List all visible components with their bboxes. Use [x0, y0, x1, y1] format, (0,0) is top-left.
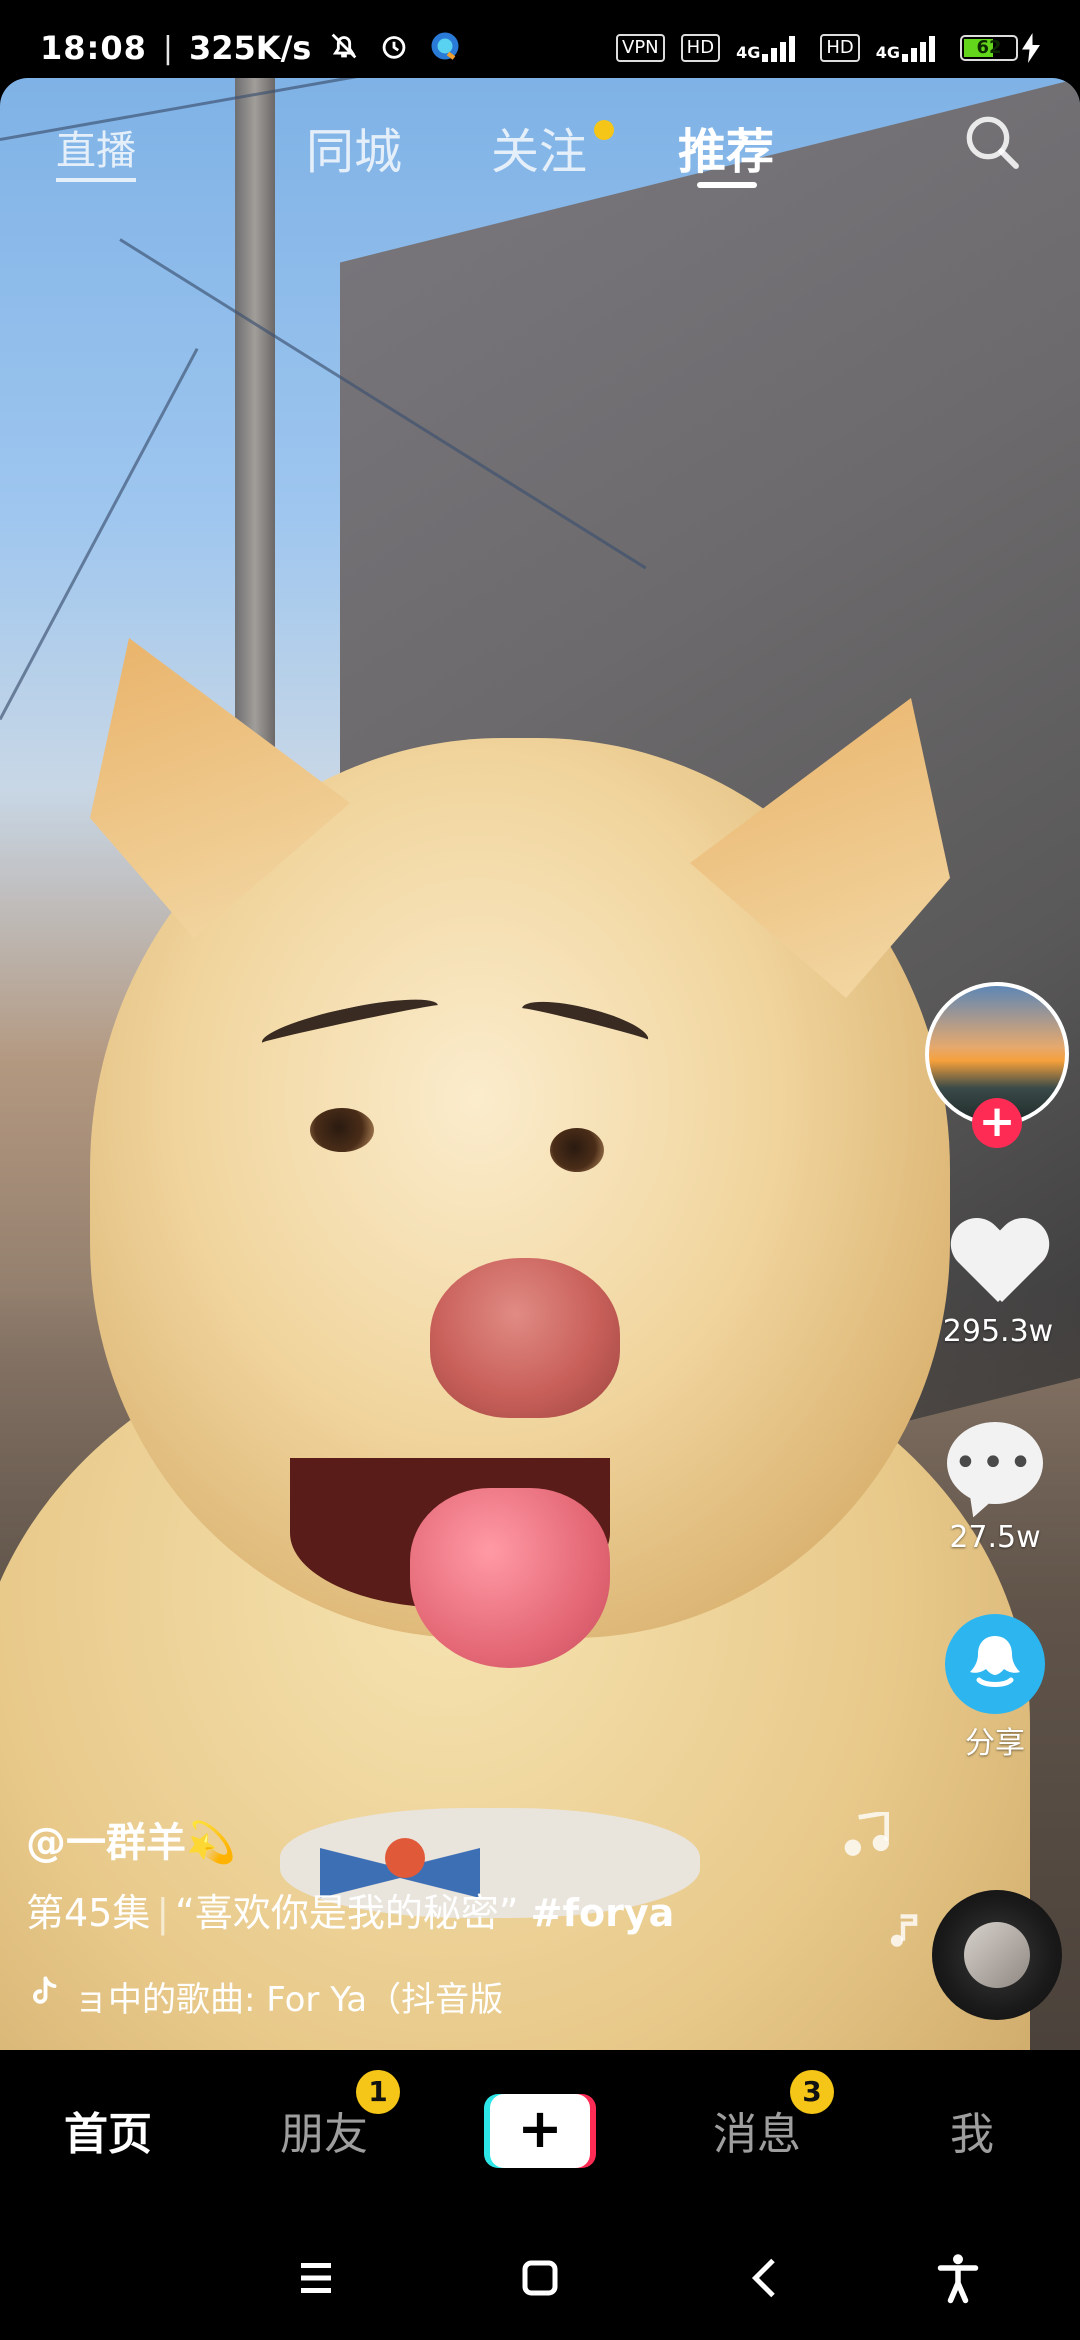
tab-friends[interactable]: 朋友: [280, 2098, 368, 2162]
home-icon[interactable]: [510, 2248, 570, 2308]
like-action[interactable]: 295.3w: [928, 1220, 1068, 1349]
douyin-logo-icon: [26, 1974, 62, 2019]
music-disc[interactable]: [932, 1890, 1062, 2020]
following-new-dot: [594, 120, 614, 140]
accessibility-icon[interactable]: [928, 2248, 988, 2308]
music-note-icon: [844, 1812, 889, 1856]
signal-icon: 4G: [876, 34, 944, 62]
network-type-label: 4G: [736, 43, 761, 62]
share-label: 分享: [965, 1726, 1025, 1761]
network-type-label: 4G: [875, 43, 900, 62]
messages-badge: 3: [790, 2070, 834, 2114]
comment-icon[interactable]: •••: [947, 1422, 1043, 1504]
dog-eyebrow: [258, 989, 442, 1059]
dog-ear: [690, 698, 950, 998]
live-button[interactable]: 直播: [56, 118, 136, 182]
like-count: 295.3w: [942, 1314, 1054, 1349]
bottom-tab-bar: 首页 朋友 1 + 消息 3 我: [0, 2050, 1080, 2210]
status-left: 18:08 | 325K/s: [40, 28, 463, 69]
dog-head: [90, 638, 950, 1668]
system-navigation-bar: [0, 2210, 1080, 2340]
video-title: “喜欢你是我的秘密”: [175, 1891, 519, 1935]
status-right: VPN HD 4G HD 4G 62: [616, 33, 1040, 63]
share-action[interactable]: 分享: [925, 1614, 1065, 1762]
hd-badge: HD: [820, 34, 860, 62]
follow-button[interactable]: +: [972, 1098, 1022, 1148]
menu-icon[interactable]: [286, 2248, 346, 2308]
music-disc-cover: [964, 1922, 1030, 1988]
top-navigation: 直播 同城 关注 推荐: [0, 110, 1080, 210]
back-icon[interactable]: [738, 2248, 798, 2308]
alarm-icon: [377, 29, 411, 68]
tab-recommended[interactable]: 推荐: [678, 112, 774, 182]
active-tab-indicator: [697, 182, 757, 188]
status-separator: |: [162, 30, 173, 66]
collar-bell: [385, 1838, 425, 1878]
tab-local[interactable]: 同城: [306, 112, 402, 182]
signal-icon: 4G: [736, 34, 804, 62]
dog-eye: [310, 1108, 374, 1152]
tab-me[interactable]: 我: [950, 2098, 994, 2162]
music-title: : For Ya（抖音版: [244, 1980, 504, 2020]
plus-icon: +: [490, 2094, 590, 2168]
author-handle[interactable]: @一群羊💫: [26, 1810, 236, 1868]
episode-label: 第45集: [26, 1891, 151, 1935]
video-description: 第45集 | “喜欢你是我的秘密” #forya: [26, 1882, 926, 1937]
search-icon[interactable]: [960, 110, 1030, 180]
dog-nose: [430, 1258, 620, 1418]
status-time: 18:08: [40, 29, 147, 67]
dog-eye: [550, 1128, 604, 1172]
bell-off-icon: [327, 29, 361, 68]
tab-home[interactable]: 首页: [64, 2098, 152, 2162]
hashtag-link[interactable]: #forya: [531, 1891, 675, 1935]
music-prefix: ョ中的歌曲: [74, 1980, 244, 2020]
dog-eyebrow: [518, 992, 652, 1056]
comment-action[interactable]: ••• 27.5w: [925, 1422, 1065, 1555]
tab-messages[interactable]: 消息: [713, 2098, 801, 2162]
tab-following[interactable]: 关注: [491, 112, 587, 182]
description-separator: |: [156, 1891, 170, 1935]
video-player[interactable]: [0, 78, 1080, 2050]
battery-body: 62: [960, 35, 1018, 61]
dog-tongue: [410, 1488, 610, 1668]
comment-count: 27.5w: [949, 1520, 1041, 1555]
music-ticker[interactable]: ョ中的歌曲: For Ya（抖音版: [26, 1972, 503, 2021]
heart-icon[interactable]: [950, 1220, 1046, 1310]
vpn-badge: VPN: [616, 34, 665, 62]
plus-icon: +: [978, 1096, 1016, 1147]
battery-indicator: 62: [960, 33, 1040, 63]
friends-badge: 1: [356, 2070, 400, 2114]
hd-badge: HD: [680, 34, 721, 62]
share-icon[interactable]: [945, 1614, 1045, 1714]
app-notification-icon: [427, 28, 463, 69]
network-speed: 325K/s: [188, 29, 312, 67]
bolt-icon: [1022, 33, 1040, 63]
create-button[interactable]: +: [484, 2094, 596, 2168]
battery-level: 62: [976, 37, 1002, 58]
